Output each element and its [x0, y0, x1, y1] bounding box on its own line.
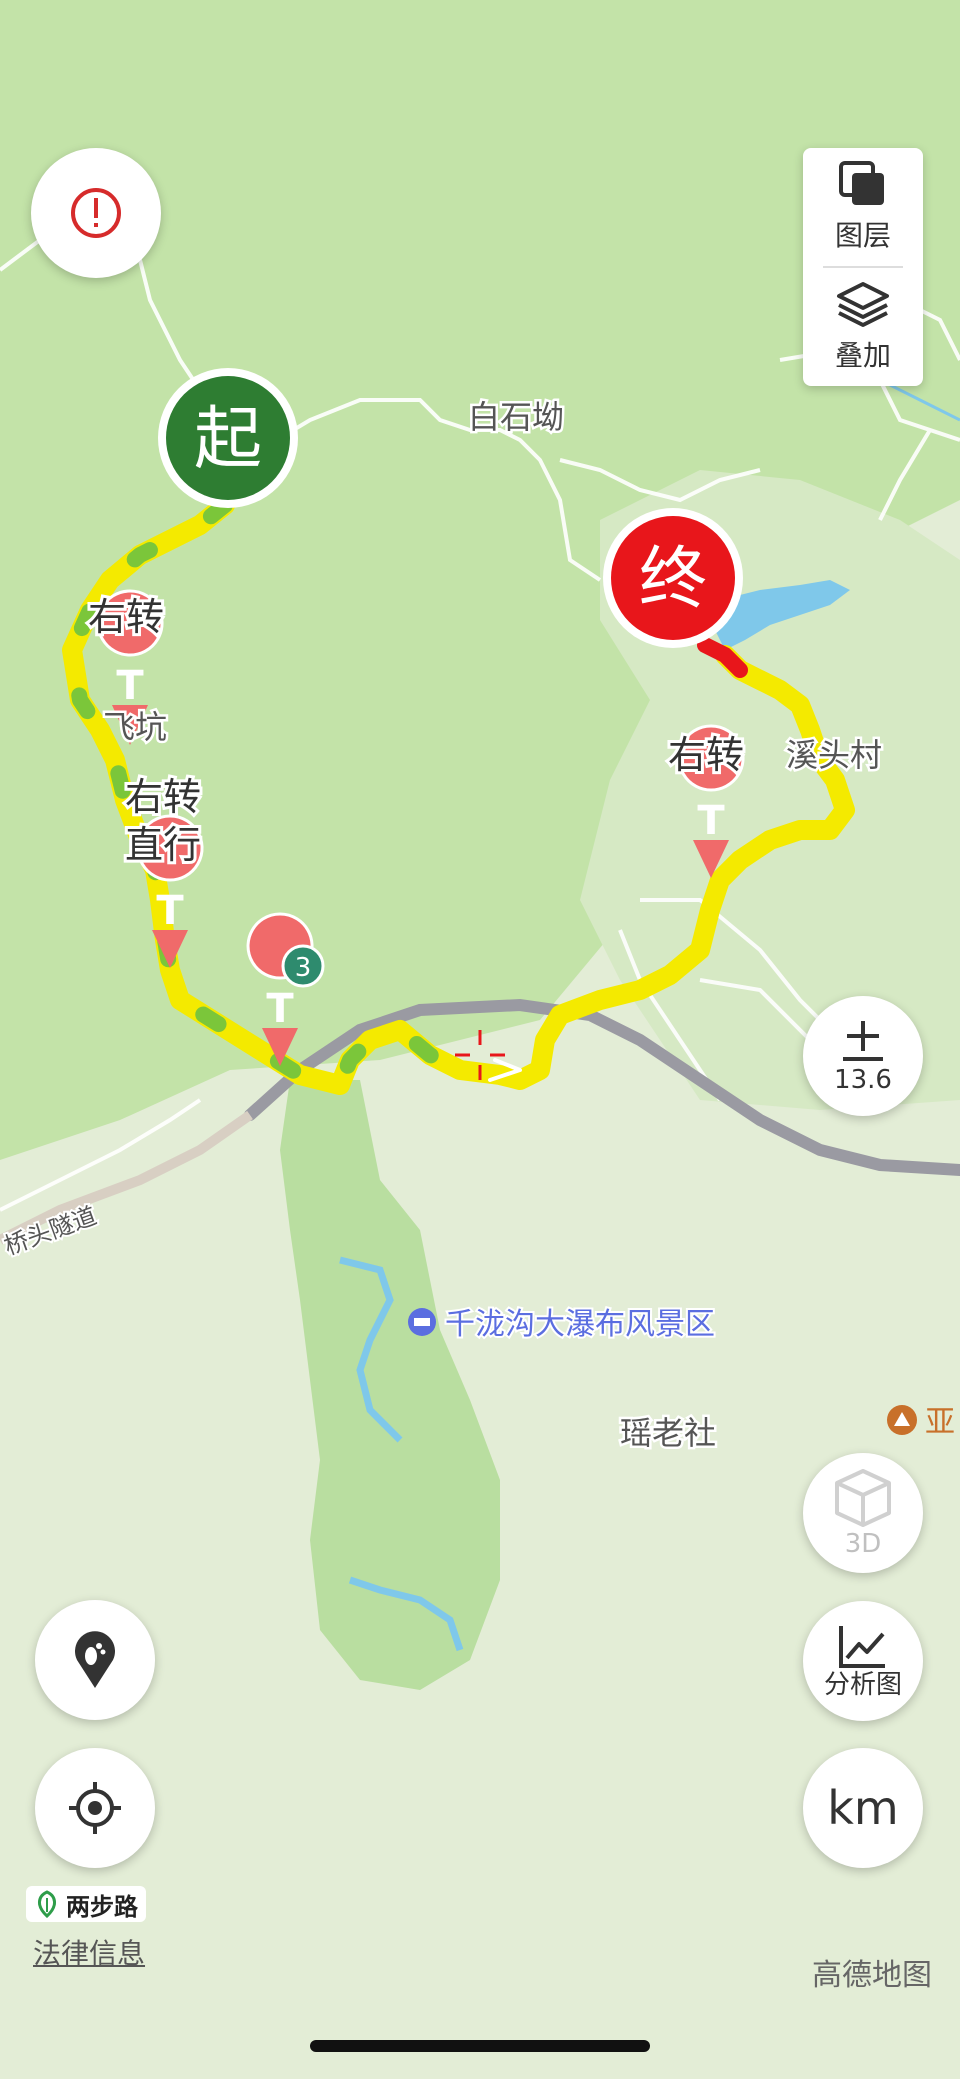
waypoint-glyph: T: [266, 986, 294, 1032]
waypoint-glyph: T: [156, 888, 184, 934]
alert-circle-icon: [71, 188, 121, 238]
svg-text:3: 3: [295, 953, 312, 983]
brand-leaf-icon: [38, 1890, 56, 1918]
footprint-pin-icon: [75, 1631, 115, 1688]
brand-name: 两步路: [66, 1892, 138, 1921]
instruction-go-straight: 直行: [125, 823, 201, 867]
waypoint-badge: 3: [281, 944, 325, 988]
overlay-label: 叠加: [834, 339, 891, 372]
stack-icon: [837, 282, 889, 327]
start-label: 起: [194, 400, 262, 479]
end-label: 终: [639, 540, 707, 619]
line-chart-icon: [839, 1626, 885, 1668]
place-label: 瑶老社: [620, 1414, 716, 1452]
start-marker[interactable]: 起: [158, 368, 298, 508]
cube-icon: [835, 1469, 891, 1527]
crosshair-locate-icon: [69, 1782, 121, 1834]
home-indicator[interactable]: [310, 2040, 650, 2052]
3d-button[interactable]: 3D: [803, 1453, 923, 1573]
map-provider-logo: 高德地图: [812, 1958, 932, 1993]
instruction-turn-right: 右转: [125, 775, 201, 819]
unit-label: km: [827, 1781, 899, 1835]
scenic-poi-label: 千泷沟大瀑布风景区: [445, 1307, 715, 1342]
locate-button[interactable]: [35, 1748, 155, 1868]
layers-icon: [839, 161, 884, 205]
end-marker[interactable]: 终: [603, 508, 743, 648]
analysis-chart-button[interactable]: 分析图: [803, 1601, 923, 1721]
waypoint-glyph: T: [116, 663, 144, 709]
overlay-button[interactable]: 叠加: [803, 268, 923, 386]
alert-button[interactable]: [31, 148, 161, 278]
unit-toggle-button[interactable]: km: [803, 1748, 923, 1868]
layers-label: 图层: [834, 219, 891, 252]
zoom-level-button[interactable]: 13.6: [803, 996, 923, 1116]
zoom-level-value: 13.6: [834, 1065, 892, 1095]
instruction-turn-right: 右转: [88, 595, 164, 639]
place-label: 溪头村: [786, 736, 882, 774]
3d-label: 3D: [844, 1529, 882, 1559]
analysis-label: 分析图: [823, 1670, 902, 1700]
place-label: 白石坳: [468, 398, 564, 436]
instruction-turn-right: 右转: [668, 733, 744, 777]
map-layer-panel: 图层 叠加: [803, 148, 923, 386]
layers-button[interactable]: 图层: [803, 148, 923, 266]
waypoint-glyph: T: [697, 798, 725, 844]
footprint-button[interactable]: [35, 1600, 155, 1720]
plus-minus-icon: [843, 1021, 883, 1061]
scenic-poi[interactable]: 千泷沟大瀑布风景区: [408, 1305, 717, 1344]
place-label: 飞坑: [103, 708, 167, 746]
app-brand-logo: 两步路: [26, 1886, 146, 1922]
edge-poi-label: 亚: [925, 1405, 955, 1440]
legal-info-link[interactable]: 法律信息: [33, 1932, 145, 1972]
